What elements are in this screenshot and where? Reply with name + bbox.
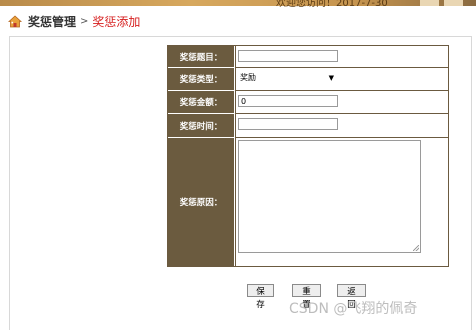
amount-input[interactable] <box>238 95 338 107</box>
top-banner-button-2[interactable] <box>444 0 463 6</box>
form-row-time: 奖惩时间： <box>168 114 448 138</box>
form-row-title: 奖惩题目： <box>168 46 448 68</box>
form-row-amount: 奖惩金额： <box>168 91 448 114</box>
reason-textarea[interactable] <box>238 140 421 253</box>
title-label: 奖惩题目： <box>168 46 234 68</box>
reset-button[interactable]: 重置 <box>292 284 321 310</box>
time-input[interactable] <box>238 118 338 130</box>
type-select[interactable]: 奖励 ▼ <box>238 71 340 85</box>
home-icon <box>8 14 22 27</box>
breadcrumb: 奖惩管理 > 奖惩添加 <box>8 12 140 30</box>
reward-form: 奖惩题目： 奖惩类型： 奖励 ▼ 奖惩金额： 奖惩时间： 奖惩原因： <box>167 45 449 267</box>
top-banner-text: 欢迎您访问！2017-7-30 <box>276 0 388 9</box>
form-row-reason: 奖惩原因： <box>168 138 448 266</box>
save-button[interactable]: 保存 <box>247 284 274 310</box>
top-banner: 欢迎您访问！2017-7-30 <box>0 0 476 9</box>
title-input[interactable] <box>238 50 338 62</box>
reason-label: 奖惩原因： <box>168 138 234 266</box>
type-select-value: 奖励 <box>240 73 256 82</box>
watermark: CSDN @飞翔的佩奇 <box>289 301 418 317</box>
type-label: 奖惩类型： <box>168 68 234 91</box>
top-banner-button-1[interactable] <box>420 0 439 6</box>
time-label: 奖惩时间： <box>168 114 234 138</box>
dropdown-arrow-icon: ▼ <box>328 74 334 82</box>
form-row-type: 奖惩类型： 奖励 ▼ <box>168 68 448 91</box>
breadcrumb-separator: > <box>80 15 89 27</box>
resize-grip-icon[interactable] <box>413 245 419 251</box>
amount-label: 奖惩金额： <box>168 91 234 114</box>
breadcrumb-current: 奖惩添加 <box>92 14 141 29</box>
back-button[interactable]: 返回 <box>337 284 366 310</box>
breadcrumb-main[interactable]: 奖惩管理 <box>28 13 76 30</box>
